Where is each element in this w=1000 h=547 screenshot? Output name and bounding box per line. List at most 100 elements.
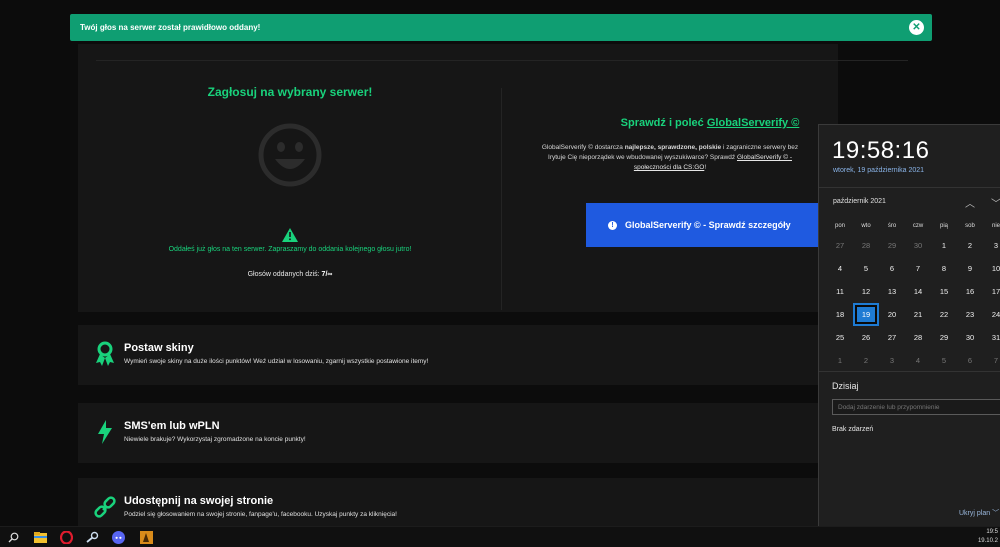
- calendar-day[interactable]: 29: [931, 326, 957, 349]
- calendar-day[interactable]: 4: [827, 257, 853, 280]
- weekday: pon: [834, 223, 845, 229]
- smiley-icon: [258, 123, 322, 187]
- taskbar-time: 19:5: [986, 529, 998, 535]
- calendar-day[interactable]: 4: [905, 349, 931, 372]
- close-icon[interactable]: ✕: [909, 20, 924, 35]
- warning-icon: [282, 228, 298, 242]
- votes-count-label: Głosów oddanych dziś:: [247, 271, 320, 278]
- calendar-grid: pon wto śro czw pią sob nie 27 28 29 30 …: [827, 218, 1000, 372]
- card-title: Udostępnij na swojej stronie: [124, 495, 274, 507]
- week-row: 25 26 27 28 29 30 31: [827, 326, 1000, 349]
- calendar-day[interactable]: 29: [879, 234, 905, 257]
- card-sms-wpln[interactable]: SMS'em lub wPLN Niewiele brakuje? Wykorz…: [78, 403, 838, 463]
- calendar-day[interactable]: 3: [983, 234, 1000, 257]
- link-icon: [94, 496, 116, 518]
- calendar-day[interactable]: 1: [827, 349, 853, 372]
- promo-title-prefix: Sprawdź i poleć: [620, 117, 704, 129]
- calendar-day[interactable]: 3: [879, 349, 905, 372]
- calendar-day[interactable]: 13: [879, 280, 905, 303]
- month-label[interactable]: październik 2021: [833, 198, 886, 205]
- calendar-day[interactable]: 9: [957, 257, 983, 280]
- week-row: 27 28 29 30 1 2 3: [827, 234, 1000, 257]
- divider: [819, 371, 1000, 372]
- calendar-day[interactable]: 17: [983, 280, 1000, 303]
- calendar-day[interactable]: 5: [853, 257, 879, 280]
- promo-title-link[interactable]: GlobalServerify ©: [707, 117, 799, 129]
- week-row: 11 12 13 14 15 16 17: [827, 280, 1000, 303]
- calendar-day[interactable]: 27: [879, 326, 905, 349]
- votes-count: Głosów oddanych dziś: 7/∞: [150, 271, 430, 278]
- calendar-day[interactable]: 21: [905, 303, 931, 326]
- hide-plan-button[interactable]: Ukryj plan ﹀: [959, 508, 999, 518]
- clock-time: 19:58:16: [832, 137, 930, 164]
- calendar-day[interactable]: 10: [983, 257, 1000, 280]
- calendar-day[interactable]: 27: [827, 234, 853, 257]
- weekday: czw: [912, 223, 924, 229]
- promo-desc-bold: najlepsze, sprawdzone, polskie: [624, 144, 722, 151]
- search-icon[interactable]: [6, 530, 21, 545]
- calendar-day[interactable]: 2: [853, 349, 879, 372]
- promo-desc-link[interactable]: GlobalServerify © -: [737, 154, 792, 161]
- calendar-day[interactable]: 24: [983, 303, 1000, 326]
- calendar-day[interactable]: 20: [879, 303, 905, 326]
- taskbar-date: 19.10.2: [977, 538, 998, 544]
- calendar-day[interactable]: 6: [879, 257, 905, 280]
- date-long[interactable]: wtorek, 19 października 2021: [833, 167, 924, 174]
- weekday: pią: [939, 223, 948, 229]
- globalserverify-button[interactable]: ! GlobalServerify © - Sprawdź szczegóły: [586, 203, 836, 247]
- calendar-day-today[interactable]: 19: [853, 303, 879, 326]
- already-voted-message: Oddałeś już głos na ten serwer. Zaprasza…: [168, 246, 412, 253]
- opera-icon[interactable]: [59, 530, 74, 545]
- toast-message: Twój głos na serwer został prawidłowo od…: [80, 23, 261, 32]
- calendar-day[interactable]: 5: [931, 349, 957, 372]
- calendar-day[interactable]: 30: [957, 326, 983, 349]
- chevron-up-icon[interactable]: ︿: [965, 195, 975, 210]
- calendar-day[interactable]: 28: [853, 234, 879, 257]
- card-description: Podziel się głosowaniem na swojej stroni…: [124, 511, 397, 518]
- steam-icon[interactable]: [85, 530, 100, 545]
- info-icon: !: [608, 220, 617, 230]
- calendar-day[interactable]: 14: [905, 280, 931, 303]
- discord-icon[interactable]: [111, 530, 126, 545]
- calendar-day[interactable]: 12: [853, 280, 879, 303]
- weekday: sob: [965, 223, 975, 229]
- app-icon[interactable]: [139, 530, 154, 545]
- weekday: śro: [887, 223, 897, 229]
- week-row: 4 5 6 7 8 9 10: [827, 257, 1000, 280]
- calendar-day[interactable]: 30: [905, 234, 931, 257]
- calendar-day[interactable]: 18: [827, 303, 853, 326]
- calendar-day[interactable]: 7: [983, 349, 1000, 372]
- divider: [96, 60, 908, 61]
- taskbar-clock[interactable]: 19:5 19.10.2: [978, 528, 998, 546]
- lightning-icon: [98, 420, 112, 444]
- weekday-row: pon wto śro czw pią sob nie: [827, 218, 1000, 234]
- chevron-down-icon: ﹀: [992, 510, 1000, 517]
- event-input[interactable]: [832, 399, 1000, 415]
- calendar-day[interactable]: 8: [931, 257, 957, 280]
- calendar-day[interactable]: 25: [827, 326, 853, 349]
- calendar-flyout: 19:58:16 wtorek, 19 października 2021 pa…: [818, 124, 1000, 526]
- promo-desc-link[interactable]: społeczności dla CS:GO: [634, 164, 704, 171]
- calendar-day[interactable]: 15: [931, 280, 957, 303]
- promo-title: Sprawdź i poleć GlobalServerify ©: [560, 117, 860, 129]
- calendar-day[interactable]: 2: [957, 234, 983, 257]
- card-title: SMS'em lub wPLN: [124, 420, 220, 432]
- calendar-day[interactable]: 23: [957, 303, 983, 326]
- calendar-day[interactable]: 6: [957, 349, 983, 372]
- vote-title: Zagłosuj na wybrany serwer!: [207, 85, 373, 99]
- calendar-day[interactable]: 7: [905, 257, 931, 280]
- calendar-day[interactable]: 28: [905, 326, 931, 349]
- promo-desc-part: !: [704, 164, 707, 171]
- calendar-day[interactable]: 16: [957, 280, 983, 303]
- votes-count-value: 7/∞: [321, 271, 333, 278]
- chevron-down-icon[interactable]: ﹀: [991, 195, 1000, 210]
- folder-icon[interactable]: [33, 530, 48, 545]
- promo-description: GlobalServerify © dostarcza najlepsze, s…: [520, 143, 820, 173]
- card-postaw-skiny[interactable]: Postaw skiny Wymień swoje skiny na duże …: [78, 325, 838, 385]
- calendar-day[interactable]: 11: [827, 280, 853, 303]
- calendar-day[interactable]: 31: [983, 326, 1000, 349]
- calendar-day[interactable]: 22: [931, 303, 957, 326]
- calendar-day[interactable]: 1: [931, 234, 957, 257]
- divider: [819, 187, 1000, 188]
- calendar-day[interactable]: 26: [853, 326, 879, 349]
